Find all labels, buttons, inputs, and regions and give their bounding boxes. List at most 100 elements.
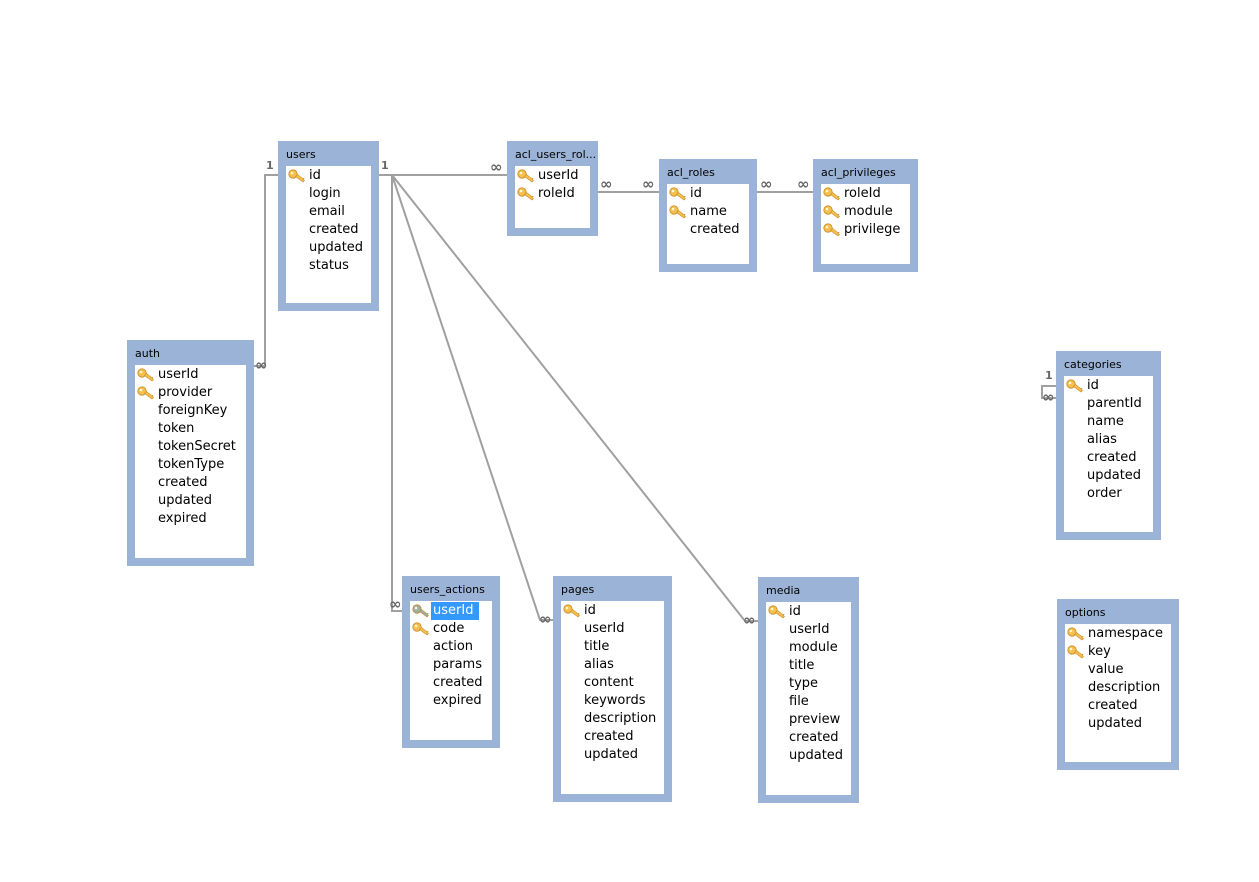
column-name: created — [584, 729, 634, 744]
table-acl-roles[interactable]: acl_roles id name created — [659, 159, 757, 272]
column-row[interactable]: id — [667, 185, 749, 203]
column-name: key — [1088, 644, 1111, 659]
column-row[interactable]: userId — [410, 602, 492, 620]
column-list: namespace key value description created updat… — [1065, 624, 1171, 762]
column-row[interactable]: type — [766, 675, 851, 693]
column-name: keywords — [584, 693, 646, 708]
column-name: created — [789, 730, 839, 745]
column-row[interactable]: userId — [766, 621, 851, 639]
table-title[interactable]: auth — [127, 340, 254, 365]
table-pages[interactable]: pages id userId title alias content keywords de… — [553, 576, 672, 802]
table-title[interactable]: users — [278, 141, 379, 166]
rel-users-pages[interactable] — [391, 174, 553, 621]
column-row[interactable]: code — [410, 620, 492, 638]
column-row[interactable]: created — [561, 728, 664, 746]
column-row[interactable]: value — [1065, 661, 1171, 679]
column-row[interactable]: title — [561, 638, 664, 656]
column-row[interactable]: tokenSecret — [135, 438, 246, 456]
column-row[interactable]: updated — [1064, 467, 1153, 485]
primary-key-icon — [563, 604, 581, 618]
table-users-actions[interactable]: users_actions userId code action params creat… — [402, 576, 500, 748]
column-name: created — [433, 675, 483, 690]
column-row[interactable]: foreignKey — [135, 402, 246, 420]
column-row[interactable]: updated — [561, 746, 664, 764]
column-row[interactable]: key — [1065, 643, 1171, 661]
column-row[interactable]: created — [286, 221, 371, 239]
column-row[interactable]: alias — [1064, 431, 1153, 449]
column-row[interactable]: login — [286, 185, 371, 203]
table-users[interactable]: users id login email created updated status — [278, 141, 379, 311]
column-row[interactable]: preview — [766, 711, 851, 729]
column-row[interactable]: namespace — [1065, 625, 1171, 643]
column-row[interactable]: id — [766, 603, 851, 621]
column-row[interactable]: description — [561, 710, 664, 728]
column-row[interactable]: action — [410, 638, 492, 656]
column-row[interactable]: title — [766, 657, 851, 675]
column-row[interactable]: file — [766, 693, 851, 711]
column-row[interactable]: module — [766, 639, 851, 657]
primary-key-icon — [823, 187, 841, 201]
column-row[interactable]: created — [667, 221, 749, 239]
table-categories[interactable]: categories id parentId name alias created upda… — [1056, 351, 1161, 540]
table-title[interactable]: acl_roles — [659, 159, 757, 184]
column-row[interactable]: name — [667, 203, 749, 221]
column-name: title — [584, 639, 610, 654]
table-options[interactable]: options namespace key value description creat… — [1057, 599, 1179, 770]
table-acl-privileges[interactable]: acl_privileges roleId module privilege — [813, 159, 918, 272]
column-row[interactable]: content — [561, 674, 664, 692]
column-row[interactable]: privilege — [821, 221, 910, 239]
column-row[interactable]: created — [1065, 697, 1171, 715]
column-name: updated — [309, 240, 364, 255]
column-name: type — [789, 676, 819, 691]
column-row[interactable]: status — [286, 257, 371, 275]
table-title[interactable]: acl_users_rol... — [507, 141, 598, 166]
primary-key-icon — [669, 187, 687, 201]
column-row[interactable]: expired — [135, 510, 246, 528]
column-row[interactable]: name — [1064, 413, 1153, 431]
column-row[interactable]: parentId — [1064, 395, 1153, 413]
column-row[interactable]: created — [135, 474, 246, 492]
column-row[interactable]: updated — [135, 492, 246, 510]
column-row[interactable]: alias — [561, 656, 664, 674]
rel-users-auth[interactable] — [254, 174, 278, 367]
column-row[interactable]: tokenType — [135, 456, 246, 474]
column-name: params — [433, 657, 482, 672]
column-row[interactable]: userId — [515, 167, 590, 185]
column-row[interactable]: created — [1064, 449, 1153, 467]
table-title[interactable]: media — [758, 577, 859, 602]
table-title[interactable]: categories — [1056, 351, 1161, 376]
column-row[interactable]: id — [1064, 377, 1153, 395]
column-name: expired — [158, 511, 207, 526]
column-row[interactable]: expired — [410, 692, 492, 710]
column-row[interactable]: keywords — [561, 692, 664, 710]
column-row[interactable]: params — [410, 656, 492, 674]
column-name: userId — [789, 622, 830, 637]
column-row[interactable]: id — [561, 602, 664, 620]
column-row[interactable]: updated — [766, 747, 851, 765]
table-title[interactable]: users_actions — [402, 576, 500, 601]
column-row[interactable]: roleId — [515, 185, 590, 203]
column-row[interactable]: order — [1064, 485, 1153, 503]
column-row[interactable]: created — [410, 674, 492, 692]
column-name: module — [844, 204, 893, 219]
column-row[interactable]: updated — [1065, 715, 1171, 733]
column-row[interactable]: userId — [561, 620, 664, 638]
column-row[interactable]: id — [286, 167, 371, 185]
column-row[interactable]: updated — [286, 239, 371, 257]
table-media[interactable]: media id userId module title type file preview c… — [758, 577, 859, 803]
table-title[interactable]: acl_privileges — [813, 159, 918, 184]
rel-users-users-actions[interactable] — [391, 175, 402, 612]
column-row[interactable]: token — [135, 420, 246, 438]
table-title[interactable]: options — [1057, 599, 1179, 624]
column-row[interactable]: roleId — [821, 185, 910, 203]
table-acl-users-rol[interactable]: acl_users_rol... userId roleId — [507, 141, 598, 236]
column-row[interactable]: module — [821, 203, 910, 221]
column-row[interactable]: email — [286, 203, 371, 221]
column-row[interactable]: created — [766, 729, 851, 747]
column-row[interactable]: userId — [135, 366, 246, 384]
table-auth[interactable]: auth userId provider foreignKey token tokenSe… — [127, 340, 254, 566]
column-row[interactable]: provider — [135, 384, 246, 402]
column-row[interactable]: description — [1065, 679, 1171, 697]
table-title[interactable]: pages — [553, 576, 672, 601]
column-name: action — [433, 639, 474, 654]
